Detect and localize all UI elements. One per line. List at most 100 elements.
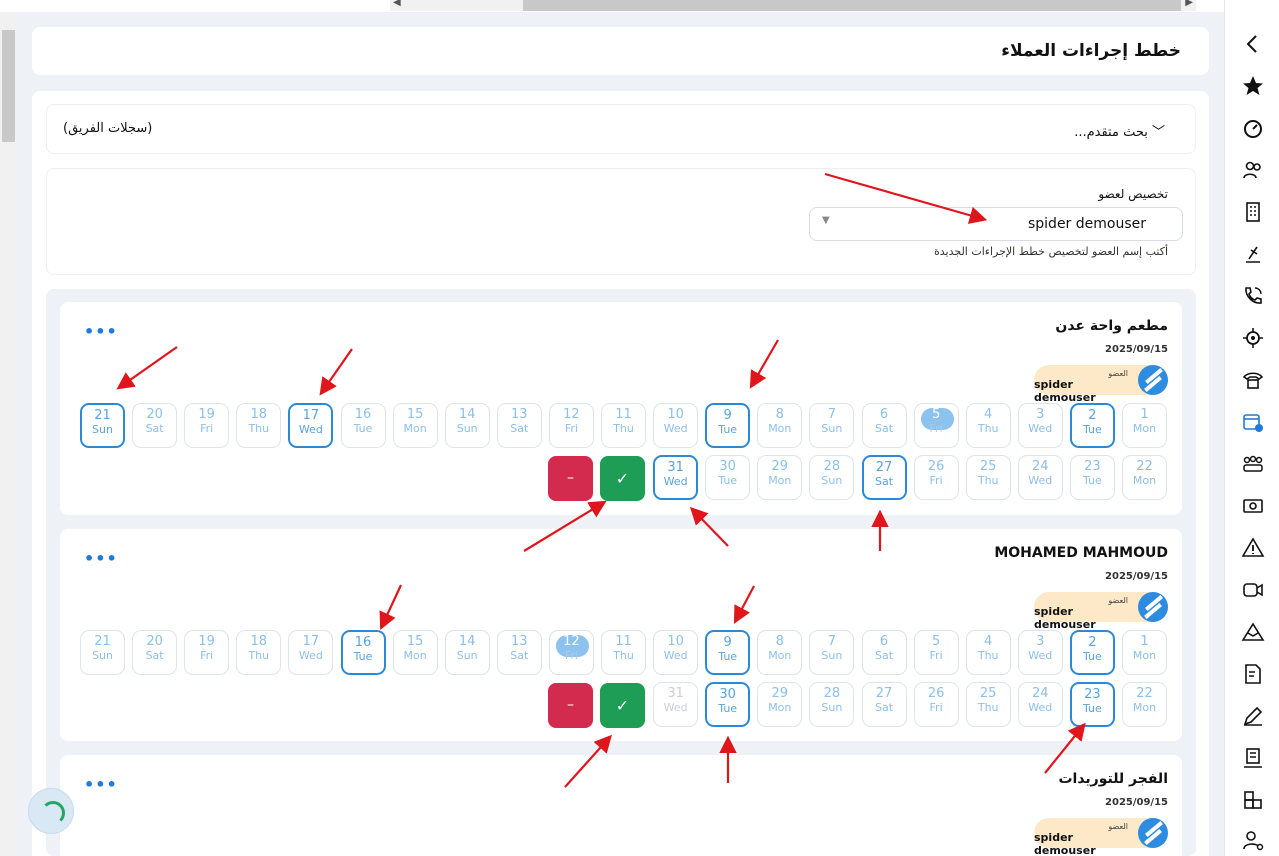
day-cell[interactable]: 13 Sat <box>496 403 542 448</box>
approve-button[interactable]: ✓ <box>600 683 645 728</box>
day-cell[interactable]: 22 Mon <box>1122 682 1167 727</box>
day-cell[interactable]: 18 Thu <box>236 630 282 675</box>
day-cell[interactable]: 14 Sun <box>444 403 490 448</box>
reject-button[interactable]: – <box>548 683 593 728</box>
day-cell[interactable]: 29 Mon <box>757 682 803 727</box>
day-cell[interactable]: 30 Tue <box>705 455 751 500</box>
day-cell[interactable]: 1 Mon <box>1122 403 1167 448</box>
day-cell[interactable]: 5 Fri <box>913 630 959 675</box>
mountain-icon[interactable] <box>1241 620 1265 644</box>
calendar-settings-icon[interactable] <box>1241 410 1265 434</box>
day-cell[interactable]: 15 Mon <box>392 630 438 675</box>
building-icon[interactable] <box>1241 200 1265 224</box>
day-cell[interactable]: 2 Tue <box>1069 630 1115 675</box>
day-cell[interactable]: 12 Fri <box>548 403 594 448</box>
day-cell[interactable]: 25 Thu <box>965 455 1011 500</box>
more-options-icon[interactable]: ••• <box>84 549 118 568</box>
day-cell[interactable]: 23 Tue <box>1069 455 1115 500</box>
assign-member-select[interactable]: ▼ spider demouser <box>809 207 1183 241</box>
day-cell[interactable]: 14 Sun <box>444 630 490 675</box>
day-cell[interactable]: 7 Sun <box>809 403 855 448</box>
vertical-scrollbar[interactable] <box>0 12 17 856</box>
day-cell[interactable]: 15 Mon <box>392 403 438 448</box>
day-cell[interactable]: 21 Sun <box>80 630 125 675</box>
day-cell[interactable]: 30 Tue <box>705 682 751 727</box>
chevron-left-icon[interactable] <box>1241 32 1265 56</box>
target-icon[interactable] <box>1241 326 1265 350</box>
day-cell[interactable]: 12 Fri <box>548 630 594 675</box>
day-cell[interactable]: 27 Sat <box>861 682 907 727</box>
day-cell[interactable]: 3 Wed <box>1017 403 1063 448</box>
day-cell[interactable]: 23 Tue <box>1069 682 1115 727</box>
day-cell[interactable]: 21 Sun <box>80 403 125 448</box>
day-cell[interactable]: 11 Thu <box>601 403 646 448</box>
day-cell[interactable]: 29 Mon <box>757 455 803 500</box>
day-cell[interactable]: 31 Wed <box>653 682 699 727</box>
day-cell[interactable]: 27 Sat <box>861 455 907 500</box>
day-cell[interactable]: 9 Tue <box>705 630 751 675</box>
day-cell[interactable]: 19 Fri <box>184 403 230 448</box>
advanced-search-toggle[interactable]: ﹀ بحث متقدم... <box>1074 121 1165 140</box>
more-options-icon[interactable]: ••• <box>84 775 118 794</box>
team-icon[interactable] <box>1241 452 1265 476</box>
horizontal-scrollbar[interactable]: ◀ ▶ <box>390 0 1196 11</box>
day-cell[interactable]: 28 Sun <box>809 455 855 500</box>
inventory-icon[interactable] <box>1241 746 1265 770</box>
phone-call-icon[interactable] <box>1241 284 1265 308</box>
user-settings-icon[interactable] <box>1241 828 1265 852</box>
boxes-icon[interactable] <box>1241 788 1265 812</box>
day-cell[interactable]: 4 Thu <box>965 403 1011 448</box>
worker-icon[interactable] <box>1241 242 1265 266</box>
team-records-label[interactable]: (سجلات الفريق) <box>63 121 152 136</box>
day-cell[interactable]: 18 Thu <box>236 403 282 448</box>
day-cell[interactable]: 4 Thu <box>965 630 1011 675</box>
day-cell[interactable]: 9 Tue <box>705 403 751 448</box>
dropdown-caret-icon[interactable]: ▼ <box>822 215 830 226</box>
money-icon[interactable] <box>1241 494 1265 518</box>
day-cell[interactable]: 2 Tue <box>1069 403 1115 448</box>
day-cell[interactable]: 11 Thu <box>601 630 646 675</box>
day-cell[interactable]: 24 Wed <box>1017 455 1063 500</box>
reject-button[interactable]: – <box>548 456 593 501</box>
day-cell[interactable]: 7 Sun <box>809 630 855 675</box>
day-cell[interactable]: 6 Sat <box>861 403 907 448</box>
day-cell[interactable]: 28 Sun <box>809 682 855 727</box>
day-cell[interactable]: 6 Sat <box>861 630 907 675</box>
day-cell[interactable]: 10 Wed <box>653 403 699 448</box>
day-cell[interactable]: 13 Sat <box>496 630 542 675</box>
day-cell[interactable]: 26 Fri <box>913 455 959 500</box>
day-cell[interactable]: 8 Mon <box>757 630 803 675</box>
day-cell[interactable]: 25 Thu <box>965 682 1011 727</box>
day-cell[interactable]: 10 Wed <box>653 630 699 675</box>
invoice-icon[interactable] <box>1241 662 1265 686</box>
weekday-label: Mon <box>403 649 427 662</box>
signature-icon[interactable] <box>1241 704 1265 728</box>
day-cell[interactable]: 5 Fri <box>913 403 959 448</box>
day-cell[interactable]: 3 Wed <box>1017 630 1063 675</box>
day-cell[interactable]: 20 Sat <box>132 630 178 675</box>
day-cell[interactable]: 16 Tue <box>340 403 386 448</box>
dashboard-icon[interactable] <box>1241 116 1265 140</box>
scroll-left-icon[interactable]: ◀ <box>393 0 401 8</box>
day-cell[interactable]: 20 Sat <box>132 403 178 448</box>
approve-button[interactable]: ✓ <box>600 456 645 501</box>
more-options-icon[interactable]: ••• <box>84 322 118 341</box>
day-cell[interactable]: 16 Tue <box>340 630 386 675</box>
horizontal-scroll-thumb[interactable] <box>523 0 1181 11</box>
star-icon[interactable] <box>1241 74 1265 98</box>
day-cell[interactable]: 1 Mon <box>1122 630 1167 675</box>
day-cell[interactable]: 26 Fri <box>913 682 959 727</box>
vertical-scroll-thumb[interactable] <box>2 30 15 142</box>
day-cell[interactable]: 8 Mon <box>757 403 803 448</box>
users-icon[interactable] <box>1241 158 1265 182</box>
scroll-right-icon[interactable]: ▶ <box>1185 0 1193 8</box>
video-call-icon[interactable] <box>1241 578 1265 602</box>
day-cell[interactable]: 19 Fri <box>184 630 230 675</box>
telephone-icon[interactable] <box>1241 368 1265 392</box>
day-cell[interactable]: 17 Wed <box>288 403 334 448</box>
day-cell[interactable]: 22 Mon <box>1122 455 1167 500</box>
day-cell[interactable]: 17 Wed <box>288 630 334 675</box>
day-cell[interactable]: 24 Wed <box>1017 682 1063 727</box>
warning-icon[interactable] <box>1241 536 1265 560</box>
day-cell[interactable]: 31 Wed <box>653 455 699 500</box>
